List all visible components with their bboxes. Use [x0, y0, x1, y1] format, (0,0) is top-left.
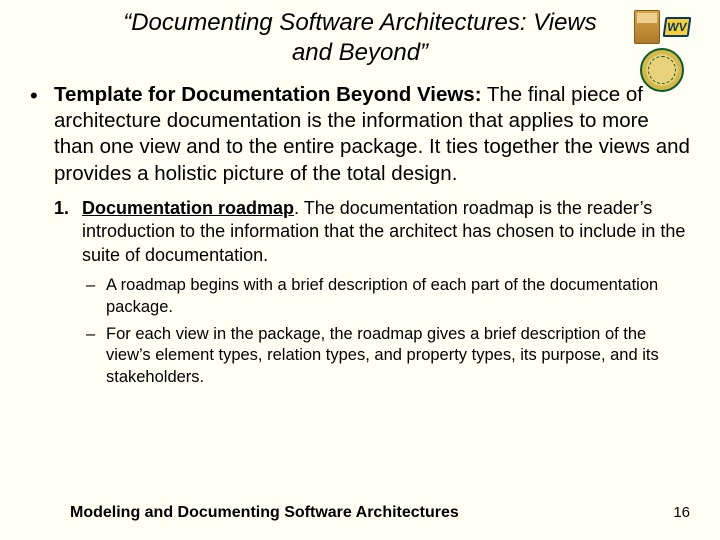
numbered-list: 1.Documentation roadmap. The documentati… — [30, 197, 690, 267]
wv-logo: WV — [663, 17, 692, 37]
dash-item-1: –A roadmap begins with a brief descripti… — [106, 275, 680, 318]
bullet-item: •Template for Documentation Beyond Views… — [54, 82, 690, 187]
bullet-lead: Template for Documentation Beyond Views: — [54, 83, 482, 106]
logo-top-row: WV — [634, 8, 690, 46]
dash-item-2: –For each view in the package, the roadm… — [106, 324, 680, 388]
slide: “Documenting Software Architectures: Vie… — [0, 0, 720, 540]
dash-text-1: A roadmap begins with a brief descriptio… — [106, 276, 658, 315]
numbered-item: 1.Documentation roadmap. The documentati… — [82, 197, 690, 267]
footer-title: Modeling and Documenting Software Archit… — [70, 504, 459, 522]
footer: Modeling and Documenting Software Archit… — [70, 504, 690, 522]
title-row: “Documenting Software Architectures: Vie… — [30, 8, 690, 68]
dash-marker: – — [86, 275, 106, 296]
book-icon — [634, 10, 660, 44]
bullet-marker: • — [30, 85, 54, 107]
logo-cluster: WV — [634, 8, 690, 92]
university-seal-icon — [640, 48, 684, 92]
numbered-lead: Documentation roadmap — [82, 198, 294, 218]
body-list: •Template for Documentation Beyond Views… — [30, 82, 690, 187]
page-number: 16 — [673, 504, 690, 521]
dash-marker: – — [86, 324, 106, 345]
numbered-index: 1. — [54, 197, 82, 220]
dash-text-2: For each view in the package, the roadma… — [106, 325, 659, 386]
slide-title: “Documenting Software Architectures: Vie… — [30, 8, 690, 68]
dash-list: –A roadmap begins with a brief descripti… — [30, 275, 690, 388]
